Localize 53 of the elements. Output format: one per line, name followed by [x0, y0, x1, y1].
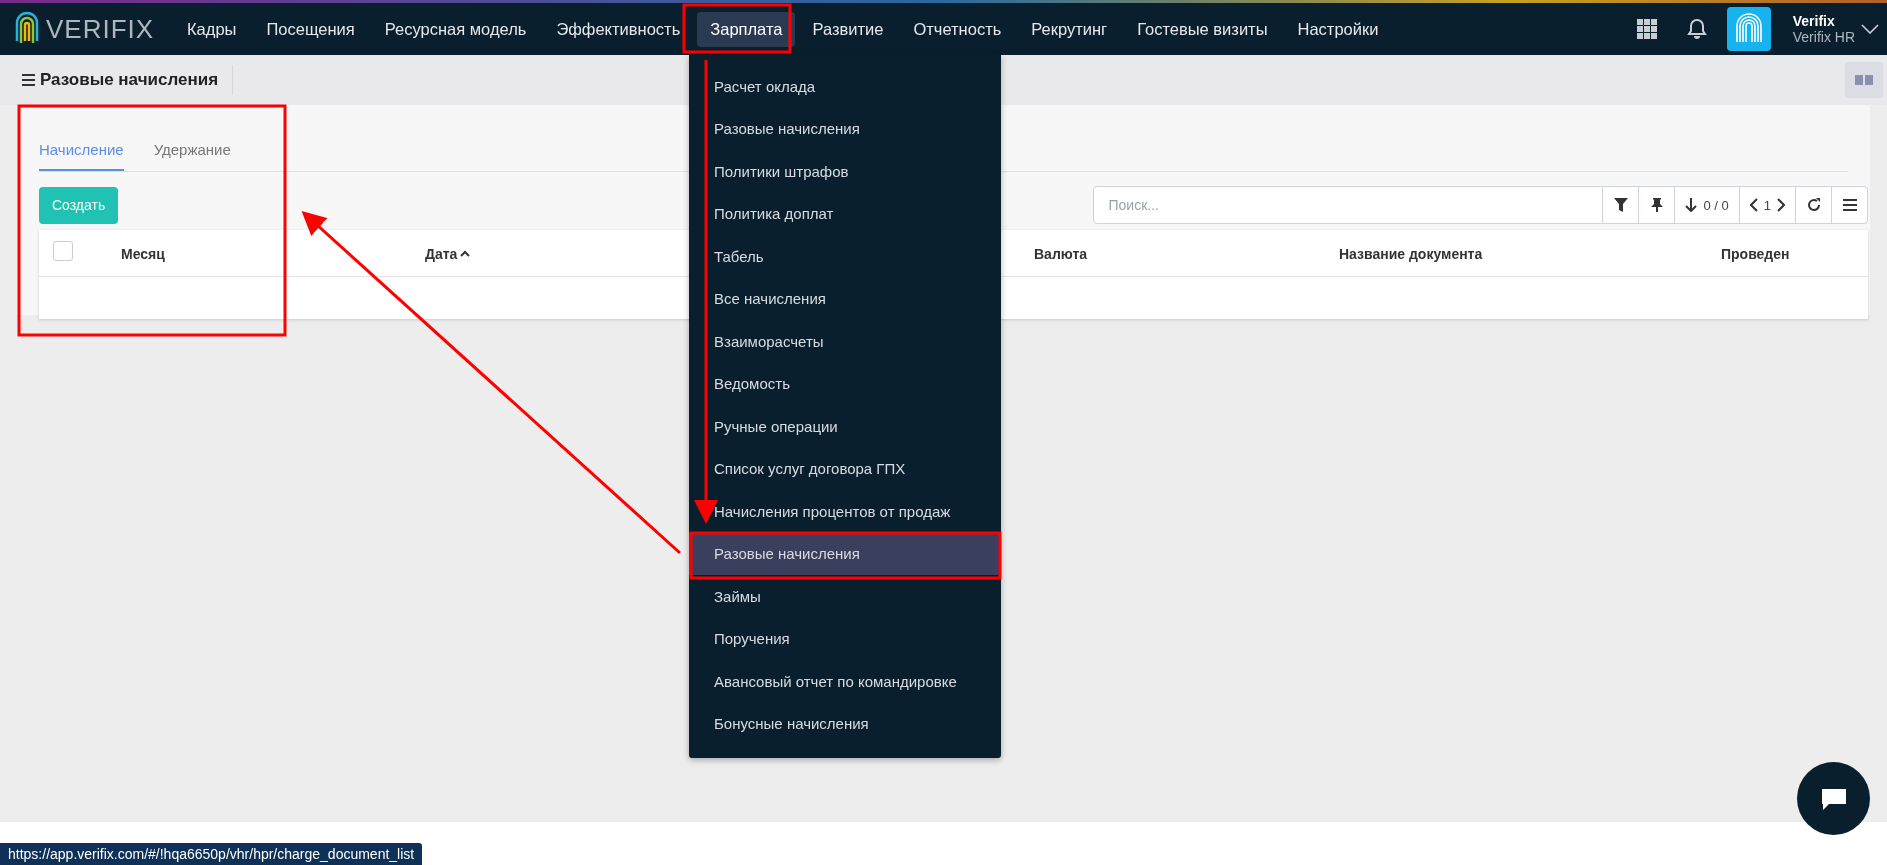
- menu-item[interactable]: Табель: [689, 235, 1001, 278]
- refresh-icon[interactable]: [1796, 186, 1832, 224]
- apps-grid-icon[interactable]: [1636, 19, 1657, 39]
- column-header[interactable]: Валюта: [1034, 245, 1088, 262]
- menu-item[interactable]: Бонусные начисления: [689, 702, 1001, 745]
- page-number: 1: [1763, 197, 1771, 213]
- select-all-checkbox[interactable]: [53, 241, 73, 261]
- nav-tab[interactable]: Гостевые визиты: [1124, 11, 1281, 47]
- menu-item[interactable]: Список услуг договора ГПХ: [689, 447, 1001, 490]
- chevron-down-icon[interactable]: [1861, 24, 1879, 34]
- arrow-down-icon[interactable]: [1685, 198, 1698, 212]
- notification-bell-icon[interactable]: [1686, 18, 1707, 40]
- column-header[interactable]: Месяц: [121, 245, 165, 262]
- column-header[interactable]: Проведен: [1721, 245, 1790, 262]
- menu-item[interactable]: Взаиморасчеты: [689, 320, 1001, 363]
- fingerprint-avatar-icon[interactable]: [1726, 7, 1771, 51]
- menu-item[interactable]: Политики штрафов: [689, 150, 1001, 193]
- menu-icon[interactable]: [22, 74, 35, 86]
- next-page-icon[interactable]: [1777, 198, 1785, 212]
- logo-text: VERIFIX: [46, 13, 155, 45]
- menu-item[interactable]: Займы: [689, 575, 1001, 618]
- menu-item[interactable]: Расчет оклада: [689, 65, 1001, 108]
- sort-ascending-icon[interactable]: [460, 250, 471, 257]
- record-count: 0 / 0: [1703, 197, 1729, 213]
- search-field[interactable]: Поиск...: [1093, 186, 1604, 224]
- nav-tab[interactable]: Посещения: [253, 11, 368, 47]
- column-header[interactable]: Дата: [425, 245, 471, 262]
- menu-item[interactable]: Начисления процентов от продаж: [689, 490, 1001, 533]
- menu-item[interactable]: Авансовый отчет по командировке: [689, 660, 1001, 703]
- nav-tab[interactable]: Эффективность: [543, 11, 694, 47]
- pin-icon[interactable]: [1639, 186, 1676, 224]
- nav-tab[interactable]: Рекрутинг: [1018, 11, 1121, 47]
- nav-tab[interactable]: Кадры: [174, 11, 250, 47]
- previous-page-icon[interactable]: [1749, 198, 1758, 212]
- page-title: Разовые начисления: [40, 70, 219, 90]
- user-name: Verifix: [1792, 13, 1836, 29]
- menu-item[interactable]: Все начисления: [689, 277, 1001, 320]
- nav-tab[interactable]: Отчетность: [900, 11, 1015, 47]
- menu-item[interactable]: Политика доплат: [689, 192, 1001, 235]
- company-name: Verifix HR: [1792, 29, 1855, 45]
- nav-tab[interactable]: Развитие: [799, 11, 897, 47]
- menu-item[interactable]: Поручения: [689, 617, 1001, 660]
- menu-item[interactable]: Ведомость: [689, 362, 1001, 405]
- tab[interactable]: Удержание: [153, 135, 231, 171]
- translate-icon: [1855, 75, 1873, 85]
- filter-icon[interactable]: [1603, 186, 1640, 224]
- menu-item[interactable]: Ручные операции: [689, 405, 1001, 448]
- menu-item[interactable]: Разовые начисления: [689, 107, 1001, 150]
- column-header[interactable]: Название документа: [1339, 245, 1483, 262]
- nav-tab[interactable]: Зарплата: [697, 11, 796, 47]
- nav-tab[interactable]: Ресурсная модель: [371, 11, 540, 47]
- nav-tab[interactable]: Настройки: [1284, 11, 1392, 47]
- status-bar-url: https://app.verifix.com/#/!hqa6650p/vhr/hpr/charge_document_list: [0, 843, 423, 865]
